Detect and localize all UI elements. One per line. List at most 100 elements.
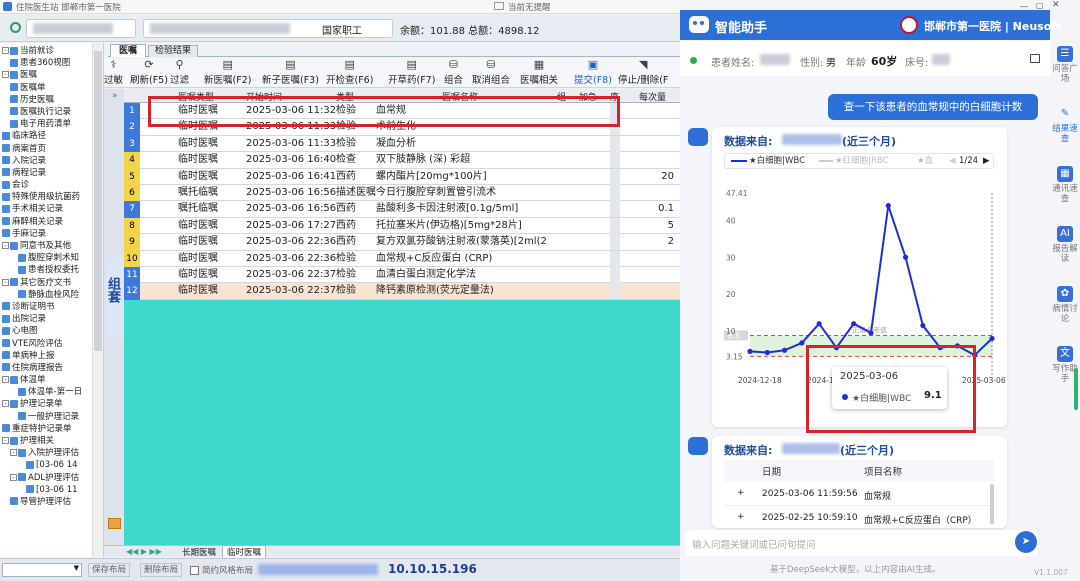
table-row[interactable]: 12临时医嘱2025-03-06 22:37检验降钙素原检测(荧光定量法)✓ xyxy=(124,283,684,300)
tree-item[interactable]: - 医嘱 xyxy=(0,69,103,81)
table-row[interactable]: 7 嘱托临嘱 2025-03-06 16:56 西药 盐酸利多卡因注射液[0.1g/5m… xyxy=(124,201,684,218)
tree-toggle-icon[interactable]: - xyxy=(2,278,9,286)
tab-long-term[interactable]: 长期医嘱 xyxy=(178,546,220,558)
status-select[interactable]: ▼ xyxy=(2,563,82,577)
toolbar-button-refresh[interactable]: ⟳ 刷新(F5) xyxy=(130,58,168,88)
table-row[interactable]: 10临时医嘱2025-03-06 22:36检验血常规+C反应蛋白 (CRP)✓ xyxy=(124,250,684,267)
table-scrollbar[interactable] xyxy=(990,484,994,524)
side-tab-calendar[interactable]: ▦ 通讯速查 xyxy=(1050,166,1080,204)
tree-item[interactable]: 住院病理报告 xyxy=(0,362,103,374)
tree-item[interactable]: 医嘱单 xyxy=(0,82,103,94)
tree-item[interactable]: - 入院护理评估 xyxy=(0,447,103,459)
tree-item[interactable]: 历史医嘱 xyxy=(0,94,103,106)
toolbar-button-group[interactable]: ⛁ 组合 xyxy=(444,58,463,88)
tree-item[interactable]: - 当前就诊 xyxy=(0,45,103,57)
tree-toggle-icon[interactable]: - xyxy=(2,437,9,444)
toolbar-button-new[interactable]: ▤ 新医嘱(F2) xyxy=(204,58,251,88)
table-row[interactable]: 8 临时医嘱 2025-03-06 17:27 西药 托拉塞米片(伊迈格)[5mg*28… xyxy=(124,217,684,235)
toolbar-button-related[interactable]: ▦ 医嘱相关 xyxy=(520,58,558,88)
toolbar-button-stop[interactable]: ◥ 停止/删除(F xyxy=(618,58,668,88)
tree-item[interactable]: 手术相关记录 xyxy=(0,203,103,215)
table-row[interactable]: + 2025-03-06 11:59:56 血常规 xyxy=(724,484,994,506)
toolbar-button-exam[interactable]: ▤ 开检查(F6) xyxy=(326,58,373,88)
tree-item[interactable]: 会诊 xyxy=(0,179,103,191)
tab-temporary[interactable]: 临时医嘱 xyxy=(222,545,267,559)
tree-item[interactable]: VTE风险评估 xyxy=(0,338,103,350)
table-row[interactable]: + 2025-02-25 10:59:10 血常规+C反应蛋白（CRP） xyxy=(724,508,994,528)
legend-third[interactable]: ★血 xyxy=(917,154,933,168)
tree-scrollbar[interactable] xyxy=(92,43,103,557)
side-tab-pen[interactable]: ✎ 结果速查 xyxy=(1050,106,1080,144)
legend-next-icon[interactable]: ▶ xyxy=(983,154,990,168)
tree-item[interactable]: 入院记录 xyxy=(0,155,103,167)
tree-item[interactable]: 单病种上报 xyxy=(0,350,103,362)
tree-item[interactable]: 导管护理评估 xyxy=(0,496,103,508)
tree-item[interactable]: [03-06 11 xyxy=(0,484,103,496)
tree-item[interactable]: 病案首页 xyxy=(0,143,103,155)
side-tab-ai[interactable]: AI 报告解读 xyxy=(1050,226,1080,264)
send-button[interactable]: ➤ xyxy=(1015,531,1037,553)
tree-toggle-icon[interactable]: - xyxy=(2,71,9,79)
tree-item[interactable]: 重症特护记录单 xyxy=(0,423,103,435)
tree-item[interactable]: 患者360视图 xyxy=(0,57,103,69)
table-row[interactable]: 11临时医嘱2025-03-06 22:37检验血清白蛋白测定化学法✓ xyxy=(124,267,684,284)
tree-item[interactable]: 静脉血栓风险 xyxy=(0,289,103,301)
tree-item[interactable]: 手麻记录 xyxy=(0,228,103,240)
toolbar-button-filter[interactable]: ⚲ 过滤 xyxy=(170,58,189,88)
side-tab-brain[interactable]: ✿ 病情讨论 xyxy=(1050,286,1080,324)
tree-toggle-icon[interactable]: - xyxy=(2,376,9,384)
row-expand-icon[interactable]: + xyxy=(737,488,745,498)
tree-item[interactable]: 腹腔穿刺术知 xyxy=(0,252,103,264)
tree-item[interactable]: - 护理相关 xyxy=(0,435,103,447)
tree-toggle-icon[interactable]: - xyxy=(2,242,9,249)
tree-toggle-icon[interactable]: - xyxy=(10,449,17,457)
tree-item[interactable]: 一般护理记录 xyxy=(0,411,103,423)
question-input-box[interactable]: 输入问题关键词或已问句提问 xyxy=(686,530,1038,556)
toolbar-button-save[interactable]: ▣ 提交(F8) xyxy=(574,58,612,88)
tree-item[interactable]: [03-06 14 xyxy=(0,459,103,471)
tree-item[interactable]: 麻醉相关记录 xyxy=(0,216,103,228)
side-tab-chat[interactable]: ☰ 问答广场 xyxy=(1050,46,1080,84)
legend-wbc[interactable]: ★白细胞|WBC xyxy=(749,154,805,168)
tab-lab-results[interactable]: 检验结果 xyxy=(148,45,199,57)
legend-prev-icon[interactable]: ◀ xyxy=(949,154,956,168)
grid-lock-icon[interactable] xyxy=(108,518,121,529)
toolbar-button-new-child[interactable]: ▤ 新子医嘱(F3) xyxy=(262,58,319,88)
simple-layout-checkbox[interactable] xyxy=(190,566,199,575)
tree-item[interactable]: 病程记录 xyxy=(0,167,103,179)
table-row[interactable]: 5 临时医嘱 2025-03-06 16:41 西药 螺内酯片[20mg*100片] 20 xyxy=(124,168,684,185)
tree-item[interactable]: 诊断证明书 xyxy=(0,301,103,313)
minimize-icon[interactable]: — xyxy=(1020,2,1028,11)
table-row[interactable]: 6 嘱托临嘱 2025-03-06 16:56 描述医嘱 今日行腹腔穿刺置管引流术 xyxy=(124,185,684,202)
tree-item[interactable]: 临床路径 xyxy=(0,130,103,142)
grid-header-cell[interactable]: 每次量 xyxy=(639,90,666,103)
tree-item[interactable]: 医嘱执行记录 xyxy=(0,106,103,118)
tree-toggle-icon[interactable]: - xyxy=(2,47,9,54)
tree-item[interactable]: 体温单-第一日 xyxy=(0,386,103,398)
tree-item[interactable]: 特殊使用级抗菌药 xyxy=(0,191,103,203)
save-layout-button[interactable]: 保存布局 xyxy=(88,563,131,577)
tree-item[interactable]: 出院记录 xyxy=(0,313,103,325)
tree-item[interactable]: - 其它医疗文书 xyxy=(0,277,103,289)
legend-rbc[interactable]: ★红细胞|RBC xyxy=(835,154,889,168)
tree-item[interactable]: 患者授权委托 xyxy=(0,264,103,276)
maximize-icon[interactable]: ▢ xyxy=(1036,1,1044,10)
table-row[interactable]: 4 临时医嘱 2025-03-06 16:40 检查 双下肢静脉 (深) 彩超 xyxy=(124,152,684,169)
delete-layout-button[interactable]: 删除布局 xyxy=(140,563,183,577)
question-input[interactable]: 输入问题关键词或已问句提问 xyxy=(692,537,816,551)
table-row[interactable]: 3 临时医嘱 2025-03-06 11:33 检验 凝血分析 xyxy=(124,135,684,153)
tree-item[interactable]: - ADL护理评估 xyxy=(0,472,103,484)
tree-item[interactable]: - 同意书及其他 xyxy=(0,240,103,252)
row-expand-icon[interactable]: + xyxy=(737,512,745,522)
tree-item[interactable]: - 护理记录单 xyxy=(0,398,103,410)
tree-item[interactable]: - 体温单 xyxy=(0,374,103,386)
table-row[interactable]: 9 临时医嘱 2025-03-06 22:36 西药 复方双氯芬酸钠注射液(蒙落英)[2… xyxy=(124,234,684,251)
tree-toggle-icon[interactable]: - xyxy=(2,400,9,408)
scroll-arrows[interactable]: ◀◀ ▶ ▶▶ xyxy=(126,547,162,556)
tree-item[interactable]: 心电图 xyxy=(0,325,103,337)
tree-scroll-thumb[interactable] xyxy=(94,51,102,351)
expand-icon[interactable]: » xyxy=(112,91,118,101)
toolbar-button-herb[interactable]: ▤ 开草药(F7) xyxy=(388,58,435,88)
tab-orders[interactable]: 医嘱 xyxy=(110,44,147,57)
close-icon[interactable]: ✕ xyxy=(1052,0,1060,10)
